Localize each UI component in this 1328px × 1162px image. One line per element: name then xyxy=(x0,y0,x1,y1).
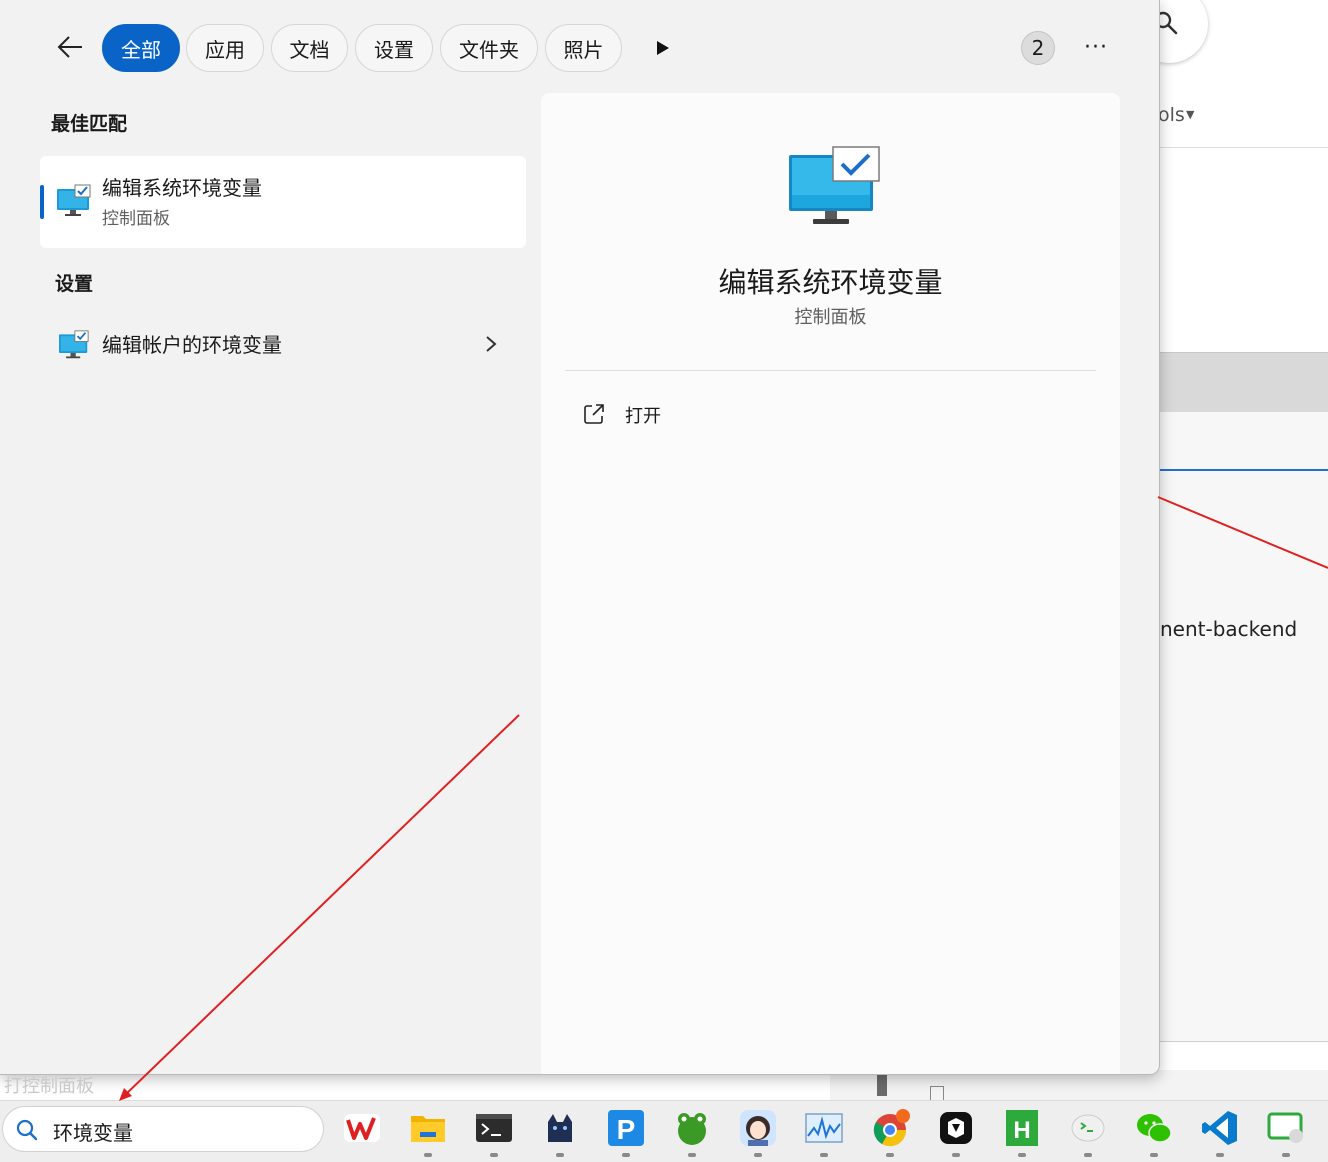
file-explorer-icon[interactable] xyxy=(408,1108,448,1148)
detail-subtitle: 控制面板 xyxy=(794,307,867,328)
detail-divider xyxy=(565,370,1096,371)
best-match-title: 编辑系统环境变量 xyxy=(102,176,262,200)
background-scrollbar[interactable] xyxy=(877,1074,887,1096)
file-icon xyxy=(930,1086,944,1100)
background-focus-line xyxy=(1158,469,1328,471)
running-indicator xyxy=(1150,1153,1158,1157)
settings-heading: 设置 xyxy=(55,273,94,295)
wps-icon[interactable] xyxy=(342,1108,382,1148)
frog-app-icon[interactable] xyxy=(672,1108,712,1148)
resource-monitor-icon[interactable] xyxy=(804,1108,844,1148)
open-label: 打开 xyxy=(625,406,661,427)
tab-apps[interactable]: 应用 xyxy=(186,24,264,72)
running-indicator xyxy=(1282,1153,1290,1157)
vscode-icon[interactable] xyxy=(1200,1108,1240,1148)
wechat-icon[interactable] xyxy=(1134,1108,1174,1148)
svg-text:H: H xyxy=(1013,1117,1030,1144)
running-indicator xyxy=(754,1153,762,1157)
running-indicator xyxy=(490,1153,498,1157)
best-match-heading: 最佳匹配 xyxy=(51,113,128,135)
best-match-subtitle: 控制面板 xyxy=(102,209,170,229)
background-divider xyxy=(1158,147,1328,148)
background-panel xyxy=(1158,412,1328,1042)
running-indicator xyxy=(622,1153,630,1157)
green-terminal-icon[interactable] xyxy=(1068,1108,1108,1148)
result-count-badge[interactable]: 2 xyxy=(1021,31,1055,65)
detail-pane: 编辑系统环境变量 控制面板 打开 xyxy=(541,93,1120,1074)
taskbar-search-input[interactable]: 环境变量 xyxy=(2,1106,324,1152)
system-properties-icon xyxy=(57,184,91,216)
cat-app-icon[interactable] xyxy=(540,1108,580,1148)
p-app-icon[interactable]: P xyxy=(606,1108,646,1148)
tab-all[interactable]: 全部 xyxy=(102,24,180,72)
running-indicator xyxy=(424,1153,432,1157)
caret-down-icon: ▼ xyxy=(1186,108,1195,121)
running-indicator xyxy=(1216,1153,1224,1157)
back-button[interactable] xyxy=(52,28,88,66)
back-arrow-icon xyxy=(57,36,82,58)
tab-folders[interactable]: 文件夹 xyxy=(440,24,538,72)
background-folder-name[interactable]: nent-backend xyxy=(1160,617,1297,641)
capcut-icon[interactable] xyxy=(936,1108,976,1148)
ghost-background-text: 打控制面板 xyxy=(4,1076,94,1097)
system-properties-large-icon xyxy=(789,146,880,224)
selection-indicator xyxy=(40,185,44,219)
more-options-button[interactable]: ··· xyxy=(1076,30,1116,64)
running-indicator xyxy=(820,1153,828,1157)
running-indicator xyxy=(1018,1153,1026,1157)
running-indicator xyxy=(952,1153,960,1157)
terminal-icon[interactable] xyxy=(474,1108,514,1148)
tab-documents[interactable]: 文档 xyxy=(271,24,348,72)
running-indicator xyxy=(1084,1153,1092,1157)
best-match-item[interactable]: 编辑系统环境变量 控制面板 xyxy=(40,156,526,248)
setting-item-label: 编辑帐户的环境变量 xyxy=(102,333,282,357)
hbuilder-icon[interactable]: H xyxy=(1002,1108,1042,1148)
tab-photos[interactable]: 照片 xyxy=(545,24,622,72)
filter-bar: 全部 应用 文档 设置 文件夹 照片 2 ··· xyxy=(0,0,1159,94)
setting-item-edit-account-env[interactable]: 编辑帐户的环境变量 xyxy=(40,312,526,376)
running-indicator xyxy=(556,1153,564,1157)
open-external-icon xyxy=(584,404,604,424)
search-flyout: 全部 应用 文档 设置 文件夹 照片 2 ··· 最佳匹配 编辑系统环境变量 控… xyxy=(0,0,1160,1075)
chevron-right-icon xyxy=(486,336,497,352)
avatar-app-icon[interactable] xyxy=(738,1108,778,1148)
chrome-icon[interactable] xyxy=(870,1108,910,1148)
search-icon xyxy=(16,1119,38,1141)
running-indicator xyxy=(886,1153,894,1157)
background-tools-label[interactable]: ols xyxy=(1158,104,1185,126)
play-more-tabs-icon[interactable] xyxy=(650,36,674,60)
svg-text:P: P xyxy=(617,1114,636,1145)
search-query-text: 环境变量 xyxy=(53,1121,133,1145)
open-button[interactable]: 打开 xyxy=(577,393,777,433)
background-toolbar xyxy=(1158,352,1328,412)
system-properties-icon xyxy=(59,330,89,359)
tab-settings[interactable]: 设置 xyxy=(355,24,433,72)
detail-title: 编辑系统环境变量 xyxy=(718,266,943,299)
screen-app-icon[interactable] xyxy=(1266,1108,1306,1148)
running-indicator xyxy=(688,1153,696,1157)
